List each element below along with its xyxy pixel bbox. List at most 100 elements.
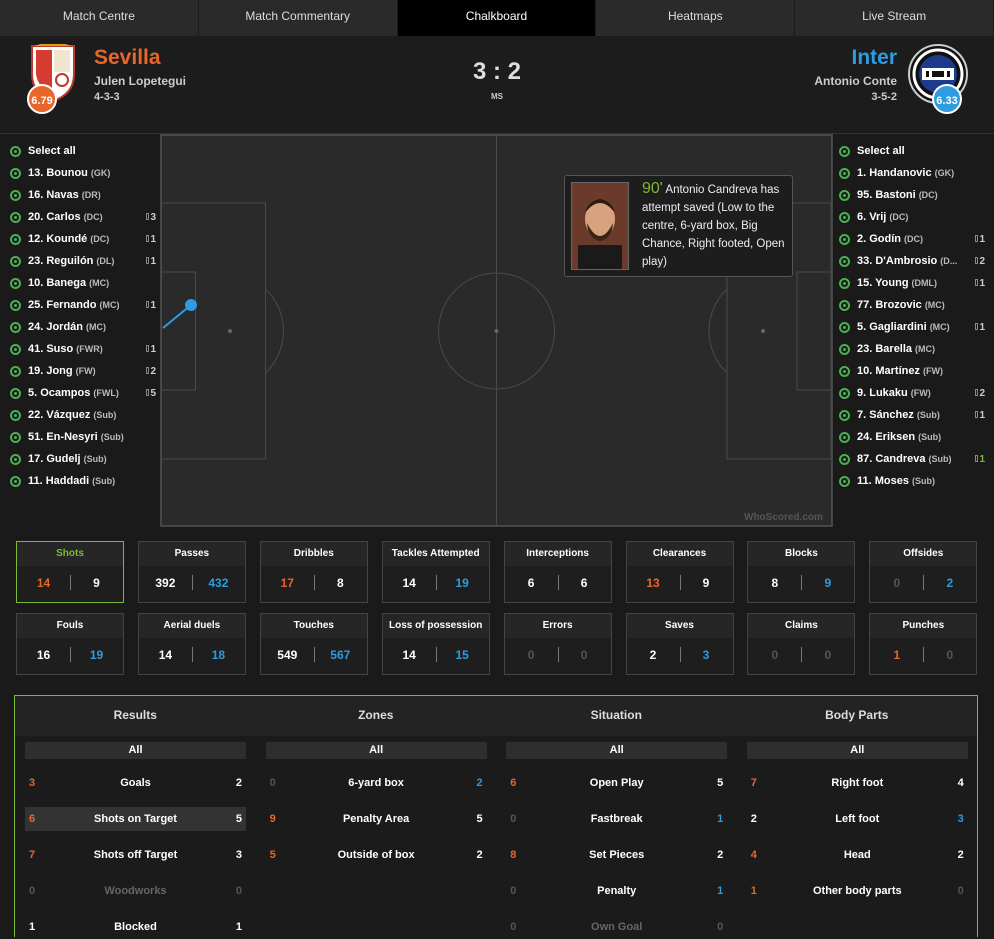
breakdown-row[interactable]: 7 Right foot 4	[747, 771, 968, 795]
check-icon[interactable]	[839, 299, 850, 311]
breakdown-row[interactable]: 0 Penalty 1	[506, 879, 727, 903]
player-row[interactable]: 16. Navas (DR)	[10, 184, 160, 206]
stat-box-loss-of-possession[interactable]: Loss of possession 14 15	[381, 613, 490, 675]
filter-all-button[interactable]: All	[746, 742, 968, 759]
player-row[interactable]: 23. Reguilón (DL) 1	[10, 250, 160, 272]
stat-box-passes[interactable]: Passes 392 432	[137, 541, 246, 603]
check-icon[interactable]	[10, 431, 21, 443]
player-row[interactable]: 22. Vázquez (Sub)	[10, 404, 160, 426]
breakdown-row[interactable]: 0 Fastbreak 1	[506, 807, 727, 831]
tab-situation[interactable]: Situation	[496, 696, 737, 736]
check-icon[interactable]	[10, 189, 21, 201]
check-icon[interactable]	[839, 145, 850, 157]
tab-chalkboard[interactable]: Chalkboard	[397, 0, 597, 36]
player-row[interactable]: 23. Barella (MC)	[839, 338, 989, 360]
player-row[interactable]: 77. Brozovic (MC)	[839, 294, 989, 316]
check-icon[interactable]	[10, 233, 21, 245]
stat-box-saves[interactable]: Saves 2 3	[625, 613, 734, 675]
stat-box-dribbles[interactable]: Dribbles 17 8	[259, 541, 368, 603]
check-icon[interactable]	[10, 321, 21, 333]
away-team-name[interactable]: Inter	[851, 46, 897, 70]
check-icon[interactable]	[10, 453, 21, 465]
check-icon[interactable]	[10, 343, 21, 355]
player-row[interactable]: 41. Suso (FWR) 1	[10, 338, 160, 360]
check-icon[interactable]	[10, 475, 21, 487]
check-icon[interactable]	[10, 277, 21, 289]
home-select-all[interactable]: Select all	[10, 140, 160, 162]
check-icon[interactable]	[10, 255, 21, 267]
player-row[interactable]: 11. Moses (Sub)	[839, 470, 989, 492]
breakdown-row[interactable]: 3 Goals 2	[25, 771, 246, 795]
check-icon[interactable]	[839, 343, 850, 355]
check-icon[interactable]	[839, 277, 850, 289]
tab-heatmaps[interactable]: Heatmaps	[596, 0, 796, 36]
tab-zones[interactable]: Zones	[256, 696, 497, 736]
player-row[interactable]: 5. Gagliardini (MC) 1	[839, 316, 989, 338]
stat-box-fouls[interactable]: Fouls 16 19	[16, 613, 124, 675]
check-icon[interactable]	[839, 211, 850, 223]
breakdown-row[interactable]: 0 6-yard box 2	[266, 771, 487, 795]
player-row[interactable]: 19. Jong (FW) 2	[10, 360, 160, 382]
player-row[interactable]: 95. Bastoni (DC)	[839, 184, 989, 206]
check-icon[interactable]	[839, 167, 850, 179]
breakdown-row[interactable]: 6 Shots on Target 5	[25, 807, 246, 831]
player-row[interactable]: 33. D'Ambrosio (D... 2	[839, 250, 989, 272]
player-row[interactable]: 15. Young (DML) 1	[839, 272, 989, 294]
filter-all-button[interactable]: All	[25, 742, 246, 759]
check-icon[interactable]	[839, 365, 850, 377]
check-icon[interactable]	[839, 387, 850, 399]
stat-box-clearances[interactable]: Clearances 13 9	[625, 541, 734, 603]
check-icon[interactable]	[10, 211, 21, 223]
breakdown-row[interactable]: 6 Open Play 5	[506, 771, 727, 795]
player-row[interactable]: 13. Bounou (GK)	[10, 162, 160, 184]
check-icon[interactable]	[10, 167, 21, 179]
player-row[interactable]: 12. Koundé (DC) 1	[10, 228, 160, 250]
breakdown-row[interactable]: 1 Other body parts 0	[747, 879, 968, 903]
check-icon[interactable]	[10, 365, 21, 377]
check-icon[interactable]	[839, 321, 850, 333]
player-row[interactable]: 25. Fernando (MC) 1	[10, 294, 160, 316]
filter-all-button[interactable]: All	[265, 742, 487, 759]
player-row[interactable]: 9. Lukaku (FW) 2	[839, 382, 989, 404]
breakdown-row[interactable]: 4 Head 2	[747, 843, 968, 867]
away-select-all[interactable]: Select all	[839, 140, 989, 162]
stat-box-errors[interactable]: Errors 0 0	[503, 613, 612, 675]
stat-box-aerial-duels[interactable]: Aerial duels 14 18	[137, 613, 246, 675]
check-icon[interactable]	[839, 189, 850, 201]
check-icon[interactable]	[10, 387, 21, 399]
player-row[interactable]: 5. Ocampos (FWL) 5	[10, 382, 160, 404]
stat-box-punches[interactable]: Punches 1 0	[869, 613, 978, 675]
player-row[interactable]: 24. Eriksen (Sub)	[839, 426, 989, 448]
player-row[interactable]: 1. Handanovic (GK)	[839, 162, 989, 184]
breakdown-row[interactable]: 7 Shots off Target 3	[25, 843, 246, 867]
player-row[interactable]: 2. Godín (DC) 1	[839, 228, 989, 250]
check-icon[interactable]	[839, 255, 850, 267]
tab-body-parts[interactable]: Body Parts	[737, 696, 978, 736]
check-icon[interactable]	[839, 233, 850, 245]
breakdown-row[interactable]: 9 Penalty Area 5	[266, 807, 487, 831]
player-row[interactable]: 51. En-Nesyri (Sub)	[10, 426, 160, 448]
breakdown-row[interactable]: 0 Woodworks 0	[25, 879, 246, 903]
player-row[interactable]: 6. Vrij (DC)	[839, 206, 989, 228]
stat-box-blocks[interactable]: Blocks 8 9	[747, 541, 856, 603]
tab-match-centre[interactable]: Match Centre	[0, 0, 199, 36]
breakdown-row[interactable]: 0 Own Goal 0	[506, 915, 727, 939]
tab-results[interactable]: Results	[15, 696, 256, 736]
tab-match-commentary[interactable]: Match Commentary	[199, 0, 398, 36]
tab-live-stream[interactable]: Live Stream	[795, 0, 994, 36]
check-icon[interactable]	[839, 453, 850, 465]
check-icon[interactable]	[10, 299, 21, 311]
player-row[interactable]: 87. Candreva (Sub) 1	[839, 448, 989, 470]
stat-box-interceptions[interactable]: Interceptions 6 6	[503, 541, 612, 603]
stat-box-offsides[interactable]: Offsides 0 2	[869, 541, 978, 603]
breakdown-row[interactable]: 5 Outside of box 2	[266, 843, 487, 867]
stat-box-touches[interactable]: Touches 549 567	[259, 613, 368, 675]
player-row[interactable]: 17. Gudelj (Sub)	[10, 448, 160, 470]
player-row[interactable]: 10. Banega (MC)	[10, 272, 160, 294]
shot-marker[interactable]	[185, 299, 197, 311]
player-row[interactable]: 20. Carlos (DC) 3	[10, 206, 160, 228]
check-icon[interactable]	[839, 409, 850, 421]
check-icon[interactable]	[10, 409, 21, 421]
breakdown-row[interactable]: 8 Set Pieces 2	[506, 843, 727, 867]
player-row[interactable]: 7. Sánchez (Sub) 1	[839, 404, 989, 426]
